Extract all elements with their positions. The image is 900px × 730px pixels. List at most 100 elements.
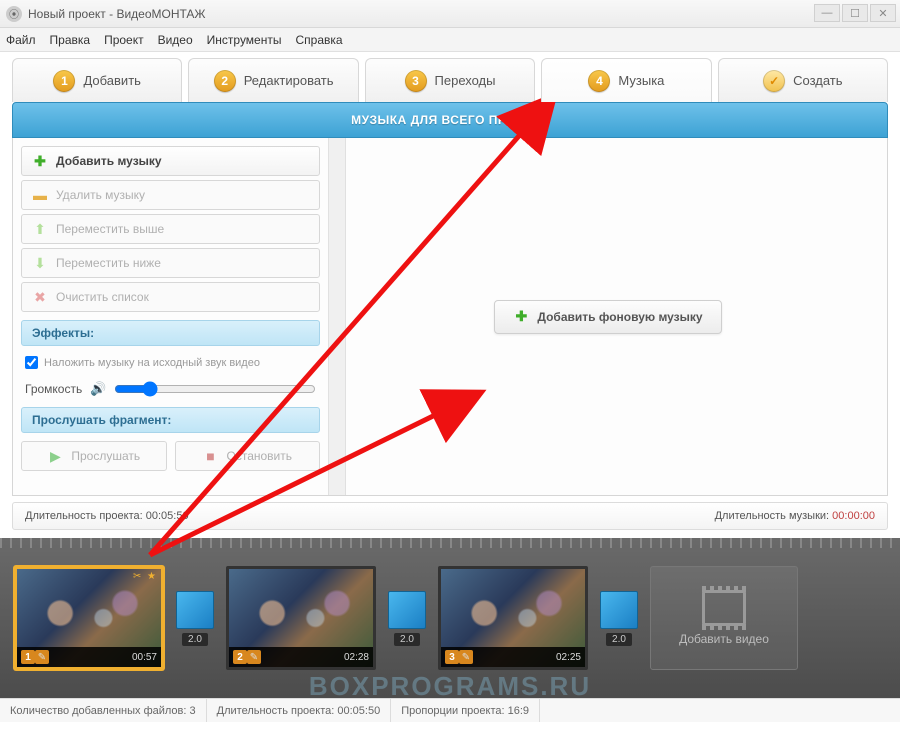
volume-slider[interactable]	[114, 381, 316, 397]
speaker-icon: 🔊	[90, 381, 106, 397]
menu-video[interactable]: Видео	[158, 33, 193, 47]
transition-duration: 2.0	[394, 633, 420, 646]
close-button[interactable]: ✕	[870, 4, 896, 22]
step-badge-check	[763, 70, 785, 92]
move-up-button[interactable]: ⬆ Переместить выше	[21, 214, 320, 244]
transition-2[interactable]: 2.0	[386, 591, 428, 646]
plus-icon: ✚	[32, 153, 48, 169]
window-title: Новый проект - ВидеоМОНТАЖ	[28, 7, 206, 21]
tab-music[interactable]: 4 Музыка	[541, 58, 711, 102]
menu-edit[interactable]: Правка	[50, 33, 91, 47]
btn-label: Остановить	[227, 449, 293, 463]
btn-label: Удалить музыку	[56, 188, 145, 202]
step-badge-4: 4	[588, 70, 610, 92]
right-panel: ✚ Добавить фоновую музыку	[329, 138, 887, 495]
tab-label: Музыка	[618, 73, 664, 88]
clear-list-button[interactable]: ✖ Очистить список	[21, 282, 320, 312]
menubar: Файл Правка Проект Видео Инструменты Спр…	[0, 28, 900, 52]
clip-1[interactable]: ✂★ 1✎ 00:57	[14, 566, 164, 670]
menu-project[interactable]: Проект	[104, 33, 144, 47]
transition-1[interactable]: 2.0	[174, 591, 216, 646]
play-button[interactable]: ▶ Прослушать	[21, 441, 167, 471]
film-icon	[702, 590, 746, 626]
clip-markers: ✂★	[133, 571, 159, 583]
btn-label: Переместить выше	[56, 222, 164, 236]
menu-tools[interactable]: Инструменты	[207, 33, 282, 47]
music-length: Длительность музыки: 00:00:00	[715, 510, 875, 522]
edit-icon[interactable]: ✎	[459, 650, 473, 664]
add-music-button[interactable]: ✚ Добавить музыку	[21, 146, 320, 176]
btn-label: Переместить ниже	[56, 256, 161, 270]
transition-duration: 2.0	[606, 633, 632, 646]
project-length: Длительность проекта: 00:05:50	[25, 510, 189, 522]
scissors-icon: ✂	[133, 571, 145, 583]
add-video-slot[interactable]: Добавить видео	[650, 566, 798, 670]
play-icon: ▶	[47, 448, 63, 464]
add-video-label: Добавить видео	[679, 632, 769, 646]
transition-3[interactable]: 2.0	[598, 591, 640, 646]
volume-label: Громкость	[25, 382, 82, 396]
maximize-button[interactable]: ☐	[842, 4, 868, 22]
minimize-button[interactable]: —	[814, 4, 840, 22]
scrollbar[interactable]	[329, 138, 346, 495]
stop-icon: ■	[203, 448, 219, 464]
volume-row: Громкость 🔊	[21, 379, 320, 399]
tab-add[interactable]: 1 Добавить	[12, 58, 182, 102]
clip-2[interactable]: 2✎ 02:28	[226, 566, 376, 670]
arrow-down-icon: ⬇	[32, 255, 48, 271]
clip-number: 2	[233, 650, 247, 664]
effects-header: Эффекты:	[21, 320, 320, 346]
minus-icon: ▬	[32, 187, 48, 203]
tab-edit[interactable]: 2 Редактировать	[188, 58, 358, 102]
tab-label: Переходы	[435, 73, 496, 88]
plus-icon: ✚	[513, 309, 529, 325]
transition-icon	[600, 591, 638, 629]
app-icon: ⦿	[6, 6, 22, 22]
status-duration: Длительность проекта: 00:05:50	[207, 699, 392, 722]
clip-number: 1	[21, 650, 35, 664]
left-panel: ✚ Добавить музыку ▬ Удалить музыку ⬆ Переме…	[13, 138, 329, 495]
tab-create[interactable]: Создать	[718, 58, 888, 102]
overlay-label: Наложить музыку на исходный звук видео	[44, 357, 260, 369]
tab-label: Редактировать	[244, 73, 334, 88]
delete-music-button[interactable]: ▬ Удалить музыку	[21, 180, 320, 210]
add-background-music-button[interactable]: ✚ Добавить фоновую музыку	[494, 300, 721, 334]
clip-time: 00:57	[132, 652, 157, 663]
btn-label: Очистить список	[56, 290, 149, 304]
titlebar: ⦿ Новый проект - ВидеоМОНТАЖ — ☐ ✕	[0, 0, 900, 28]
step-badge-1: 1	[53, 70, 75, 92]
duration-info-bar: Длительность проекта: 00:05:50 Длительно…	[12, 502, 888, 530]
section-header: МУЗЫКА ДЛЯ ВСЕГО ПРОЕКТА	[12, 102, 888, 138]
overlay-checkbox[interactable]	[25, 356, 38, 369]
transition-icon	[176, 591, 214, 629]
move-down-button[interactable]: ⬇ Переместить ниже	[21, 248, 320, 278]
arrow-up-icon: ⬆	[32, 221, 48, 237]
tab-label: Добавить	[83, 73, 140, 88]
tab-label: Создать	[793, 73, 842, 88]
menu-help[interactable]: Справка	[295, 33, 342, 47]
step-badge-2: 2	[214, 70, 236, 92]
clip-number: 3	[445, 650, 459, 664]
status-file-count: Количество добавленных файлов: 3	[0, 699, 207, 722]
status-ratio: Пропорции проекта: 16:9	[391, 699, 540, 722]
step-tabs: 1 Добавить 2 Редактировать 3 Переходы 4 Музы…	[0, 52, 900, 102]
edit-icon[interactable]: ✎	[35, 650, 49, 664]
transition-duration: 2.0	[182, 633, 208, 646]
clip-time: 02:25	[556, 652, 581, 663]
btn-label: Добавить музыку	[56, 154, 162, 168]
listen-header: Прослушать фрагмент:	[21, 407, 320, 433]
timeline: ✂★ 1✎00:57 2.0 2✎02:28 2.0 3✎02:25 2.0 Д…	[0, 538, 900, 698]
menu-file[interactable]: Файл	[6, 33, 36, 47]
edit-icon[interactable]: ✎	[247, 650, 261, 664]
transition-icon	[388, 591, 426, 629]
step-badge-3: 3	[405, 70, 427, 92]
clip-time: 02:28	[344, 652, 369, 663]
clip-3[interactable]: 3✎ 02:25	[438, 566, 588, 670]
btn-label: Добавить фоновую музыку	[537, 310, 702, 324]
tab-transitions[interactable]: 3 Переходы	[365, 58, 535, 102]
stop-button[interactable]: ■ Остановить	[175, 441, 321, 471]
star-icon: ★	[147, 571, 159, 583]
btn-label: Прослушать	[71, 449, 140, 463]
x-icon: ✖	[32, 289, 48, 305]
overlay-checkbox-row[interactable]: Наложить музыку на исходный звук видео	[21, 350, 320, 375]
